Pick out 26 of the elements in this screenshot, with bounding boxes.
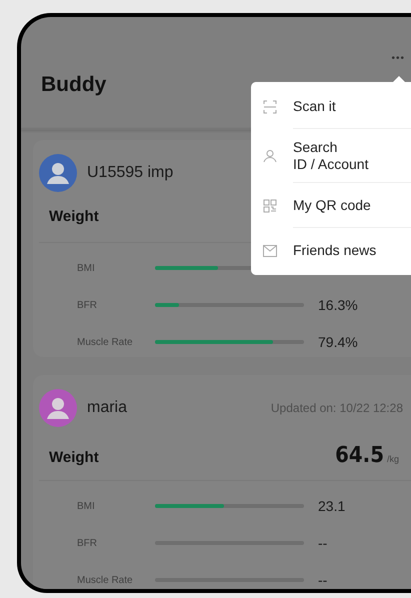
weight-unit: /kg — [386, 454, 399, 464]
menu-item[interactable]: Scan it — [251, 84, 411, 129]
metric-value: 79.4% — [318, 334, 359, 350]
envelope-icon — [263, 244, 277, 256]
metric-label: BFR — [77, 538, 98, 548]
metric-label: BFR — [77, 300, 98, 310]
metric-value: 16.3% — [318, 297, 359, 313]
metric-value: 23.1 — [318, 498, 346, 514]
menu-item[interactable]: Friends news — [251, 228, 411, 273]
metric-value: -- — [318, 572, 328, 588]
metric-label: BMI — [77, 500, 96, 512]
person-icon — [263, 149, 277, 163]
friend-name: U15595 imp — [87, 164, 174, 182]
weight-label: Weight — [49, 449, 99, 466]
menu-item[interactable]: My QR code — [251, 183, 411, 228]
qr-code-icon — [263, 198, 277, 212]
page-title: Buddy — [41, 73, 106, 97]
menu-item[interactable]: Search ID / Account — [251, 129, 411, 183]
metric-label: Muscle Rate — [77, 574, 134, 586]
metric-value: -- — [318, 535, 328, 551]
weight-label: Weight — [49, 208, 99, 225]
friend-name: maria — [87, 399, 128, 417]
metric-label: Muscle Rate — [77, 336, 134, 348]
scan-icon — [263, 100, 277, 114]
weight-value: 64.5 — [335, 443, 384, 468]
metric-label: BMI — [77, 262, 96, 274]
